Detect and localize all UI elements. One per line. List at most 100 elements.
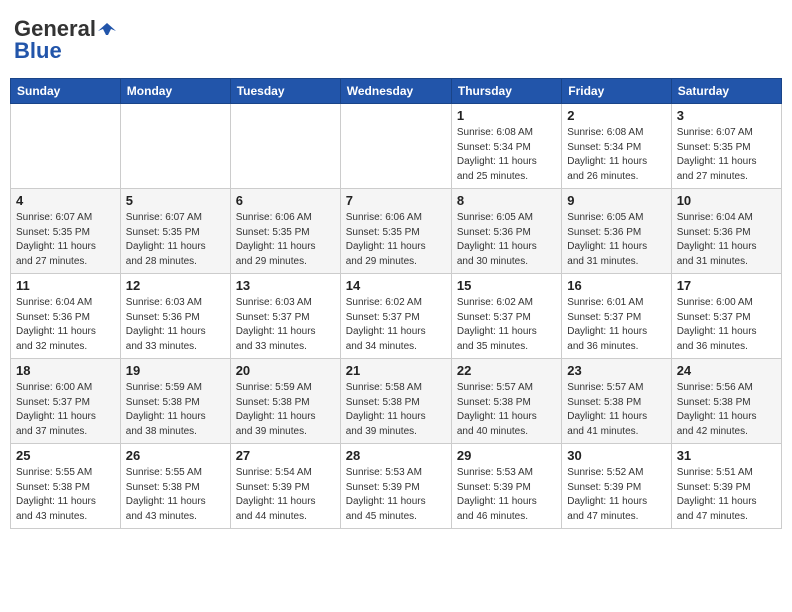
- day-info: Sunrise: 5:52 AM Sunset: 5:39 PM Dayligh…: [567, 466, 665, 524]
- calendar-cell: 10 Sunrise: 6:04 AM Sunset: 5:36 PM Dayli…: [671, 189, 781, 274]
- day-number: 2: [567, 108, 665, 123]
- day-number: 12: [126, 278, 225, 293]
- calendar-cell: 16Sunrise: 6:01 AM Sunset: 5:37 PM Dayli…: [562, 274, 671, 359]
- logo-blue-text: Blue: [14, 38, 62, 64]
- day-number: 29: [457, 448, 556, 463]
- day-info: Sunrise: 6:02 AM Sunset: 5:37 PM Dayligh…: [457, 296, 556, 354]
- calendar-cell: 30 Sunrise: 5:52 AM Sunset: 5:39 PM Dayli…: [562, 444, 671, 529]
- calendar-cell: 8Sunrise: 6:05 AM Sunset: 5:36 PM Daylig…: [451, 189, 561, 274]
- day-info: Sunrise: 6:06 AM Sunset: 5:35 PM Dayligh…: [346, 211, 446, 269]
- day-info: Sunrise: 6:07 AM Sunset: 5:35 PM Dayligh…: [16, 211, 115, 269]
- col-header-thursday: Thursday: [451, 79, 561, 104]
- calendar-cell: 4 Sunrise: 6:07 AM Sunset: 5:35 PM Daylig…: [11, 189, 121, 274]
- calendar-cell: 21Sunrise: 5:58 AM Sunset: 5:38 PM Dayli…: [340, 359, 451, 444]
- day-info: Sunrise: 5:56 AM Sunset: 5:38 PM Dayligh…: [677, 381, 776, 439]
- day-info: Sunrise: 6:08 AM Sunset: 5:34 PM Dayligh…: [567, 126, 665, 184]
- day-info: Sunrise: 6:08 AM Sunset: 5:34 PM Dayligh…: [457, 126, 556, 184]
- day-info: Sunrise: 5:53 AM Sunset: 5:39 PM Dayligh…: [346, 466, 446, 524]
- day-info: Sunrise: 5:54 AM Sunset: 5:39 PM Dayligh…: [236, 466, 335, 524]
- day-info: Sunrise: 5:59 AM Sunset: 5:38 PM Dayligh…: [126, 381, 225, 439]
- day-number: 8: [457, 193, 556, 208]
- calendar-cell: 11Sunrise: 6:04 AM Sunset: 5:36 PM Dayli…: [11, 274, 121, 359]
- day-info: Sunrise: 5:57 AM Sunset: 5:38 PM Dayligh…: [567, 381, 665, 439]
- day-info: Sunrise: 6:03 AM Sunset: 5:37 PM Dayligh…: [236, 296, 335, 354]
- day-info: Sunrise: 5:53 AM Sunset: 5:39 PM Dayligh…: [457, 466, 556, 524]
- day-info: Sunrise: 6:02 AM Sunset: 5:37 PM Dayligh…: [346, 296, 446, 354]
- calendar-cell: 15 Sunrise: 6:02 AM Sunset: 5:37 PM Dayli…: [451, 274, 561, 359]
- day-number: 22: [457, 363, 556, 378]
- day-number: 7: [346, 193, 446, 208]
- calendar-cell: 3Sunrise: 6:07 AM Sunset: 5:35 PM Daylig…: [671, 104, 781, 189]
- calendar-cell: 2 Sunrise: 6:08 AM Sunset: 5:34 PM Daylig…: [562, 104, 671, 189]
- day-number: 19: [126, 363, 225, 378]
- calendar-cell: 26 Sunrise: 5:55 AM Sunset: 5:38 PM Dayli…: [120, 444, 230, 529]
- col-header-sunday: Sunday: [11, 79, 121, 104]
- calendar-cell: 20 Sunrise: 5:59 AM Sunset: 5:38 PM Dayli…: [230, 359, 340, 444]
- calendar-week-row: 18 Sunrise: 6:00 AM Sunset: 5:37 PM Dayli…: [11, 359, 782, 444]
- day-number: 14: [346, 278, 446, 293]
- calendar-cell: 13 Sunrise: 6:03 AM Sunset: 5:37 PM Dayli…: [230, 274, 340, 359]
- day-info: Sunrise: 6:00 AM Sunset: 5:37 PM Dayligh…: [16, 381, 115, 439]
- calendar-table: SundayMondayTuesdayWednesdayThursdayFrid…: [10, 78, 782, 529]
- day-info: Sunrise: 5:57 AM Sunset: 5:38 PM Dayligh…: [457, 381, 556, 439]
- calendar-cell: 7 Sunrise: 6:06 AM Sunset: 5:35 PM Daylig…: [340, 189, 451, 274]
- col-header-friday: Friday: [562, 79, 671, 104]
- day-number: 16: [567, 278, 665, 293]
- calendar-cell: 18 Sunrise: 6:00 AM Sunset: 5:37 PM Dayli…: [11, 359, 121, 444]
- calendar-cell: 24 Sunrise: 5:56 AM Sunset: 5:38 PM Dayli…: [671, 359, 781, 444]
- calendar-cell: 19 Sunrise: 5:59 AM Sunset: 5:38 PM Dayli…: [120, 359, 230, 444]
- day-number: 10: [677, 193, 776, 208]
- calendar-cell: [230, 104, 340, 189]
- day-number: 4: [16, 193, 115, 208]
- day-info: Sunrise: 5:59 AM Sunset: 5:38 PM Dayligh…: [236, 381, 335, 439]
- day-info: Sunrise: 6:00 AM Sunset: 5:37 PM Dayligh…: [677, 296, 776, 354]
- day-info: Sunrise: 6:04 AM Sunset: 5:36 PM Dayligh…: [677, 211, 776, 269]
- calendar-cell: 14 Sunrise: 6:02 AM Sunset: 5:37 PM Dayli…: [340, 274, 451, 359]
- day-number: 5: [126, 193, 225, 208]
- day-number: 23: [567, 363, 665, 378]
- day-number: 25: [16, 448, 115, 463]
- calendar-cell: 12 Sunrise: 6:03 AM Sunset: 5:36 PM Dayli…: [120, 274, 230, 359]
- day-number: 6: [236, 193, 335, 208]
- calendar-header-row: SundayMondayTuesdayWednesdayThursdayFrid…: [11, 79, 782, 104]
- day-number: 31: [677, 448, 776, 463]
- calendar-cell: 29 Sunrise: 5:53 AM Sunset: 5:39 PM Dayli…: [451, 444, 561, 529]
- col-header-wednesday: Wednesday: [340, 79, 451, 104]
- calendar-cell: 5Sunrise: 6:07 AM Sunset: 5:35 PM Daylig…: [120, 189, 230, 274]
- day-number: 18: [16, 363, 115, 378]
- day-number: 15: [457, 278, 556, 293]
- day-number: 26: [126, 448, 225, 463]
- day-number: 9: [567, 193, 665, 208]
- calendar-cell: [11, 104, 121, 189]
- day-info: Sunrise: 6:05 AM Sunset: 5:36 PM Dayligh…: [567, 211, 665, 269]
- col-header-tuesday: Tuesday: [230, 79, 340, 104]
- day-info: Sunrise: 6:06 AM Sunset: 5:35 PM Dayligh…: [236, 211, 335, 269]
- calendar-week-row: 25 Sunrise: 5:55 AM Sunset: 5:38 PM Dayli…: [11, 444, 782, 529]
- calendar-cell: 22 Sunrise: 5:57 AM Sunset: 5:38 PM Dayli…: [451, 359, 561, 444]
- calendar-cell: 6 Sunrise: 6:06 AM Sunset: 5:35 PM Daylig…: [230, 189, 340, 274]
- calendar-cell: 27 Sunrise: 5:54 AM Sunset: 5:39 PM Dayli…: [230, 444, 340, 529]
- calendar-cell: [120, 104, 230, 189]
- col-header-saturday: Saturday: [671, 79, 781, 104]
- calendar-cell: 28Sunrise: 5:53 AM Sunset: 5:39 PM Dayli…: [340, 444, 451, 529]
- day-info: Sunrise: 6:07 AM Sunset: 5:35 PM Dayligh…: [677, 126, 776, 184]
- day-number: 24: [677, 363, 776, 378]
- day-number: 27: [236, 448, 335, 463]
- day-number: 13: [236, 278, 335, 293]
- calendar-cell: 9 Sunrise: 6:05 AM Sunset: 5:36 PM Daylig…: [562, 189, 671, 274]
- logo-bird-icon: [98, 21, 116, 37]
- day-number: 20: [236, 363, 335, 378]
- calendar-cell: 17Sunrise: 6:00 AM Sunset: 5:37 PM Dayli…: [671, 274, 781, 359]
- day-number: 1: [457, 108, 556, 123]
- calendar-week-row: 1 Sunrise: 6:08 AM Sunset: 5:34 PM Daylig…: [11, 104, 782, 189]
- day-info: Sunrise: 6:04 AM Sunset: 5:36 PM Dayligh…: [16, 296, 115, 354]
- day-number: 30: [567, 448, 665, 463]
- day-info: Sunrise: 6:03 AM Sunset: 5:36 PM Dayligh…: [126, 296, 225, 354]
- col-header-monday: Monday: [120, 79, 230, 104]
- day-info: Sunrise: 5:58 AM Sunset: 5:38 PM Dayligh…: [346, 381, 446, 439]
- calendar-cell: 31Sunrise: 5:51 AM Sunset: 5:39 PM Dayli…: [671, 444, 781, 529]
- day-info: Sunrise: 5:55 AM Sunset: 5:38 PM Dayligh…: [126, 466, 225, 524]
- calendar-cell: 25 Sunrise: 5:55 AM Sunset: 5:38 PM Dayli…: [11, 444, 121, 529]
- day-info: Sunrise: 5:55 AM Sunset: 5:38 PM Dayligh…: [16, 466, 115, 524]
- calendar-cell: 1 Sunrise: 6:08 AM Sunset: 5:34 PM Daylig…: [451, 104, 561, 189]
